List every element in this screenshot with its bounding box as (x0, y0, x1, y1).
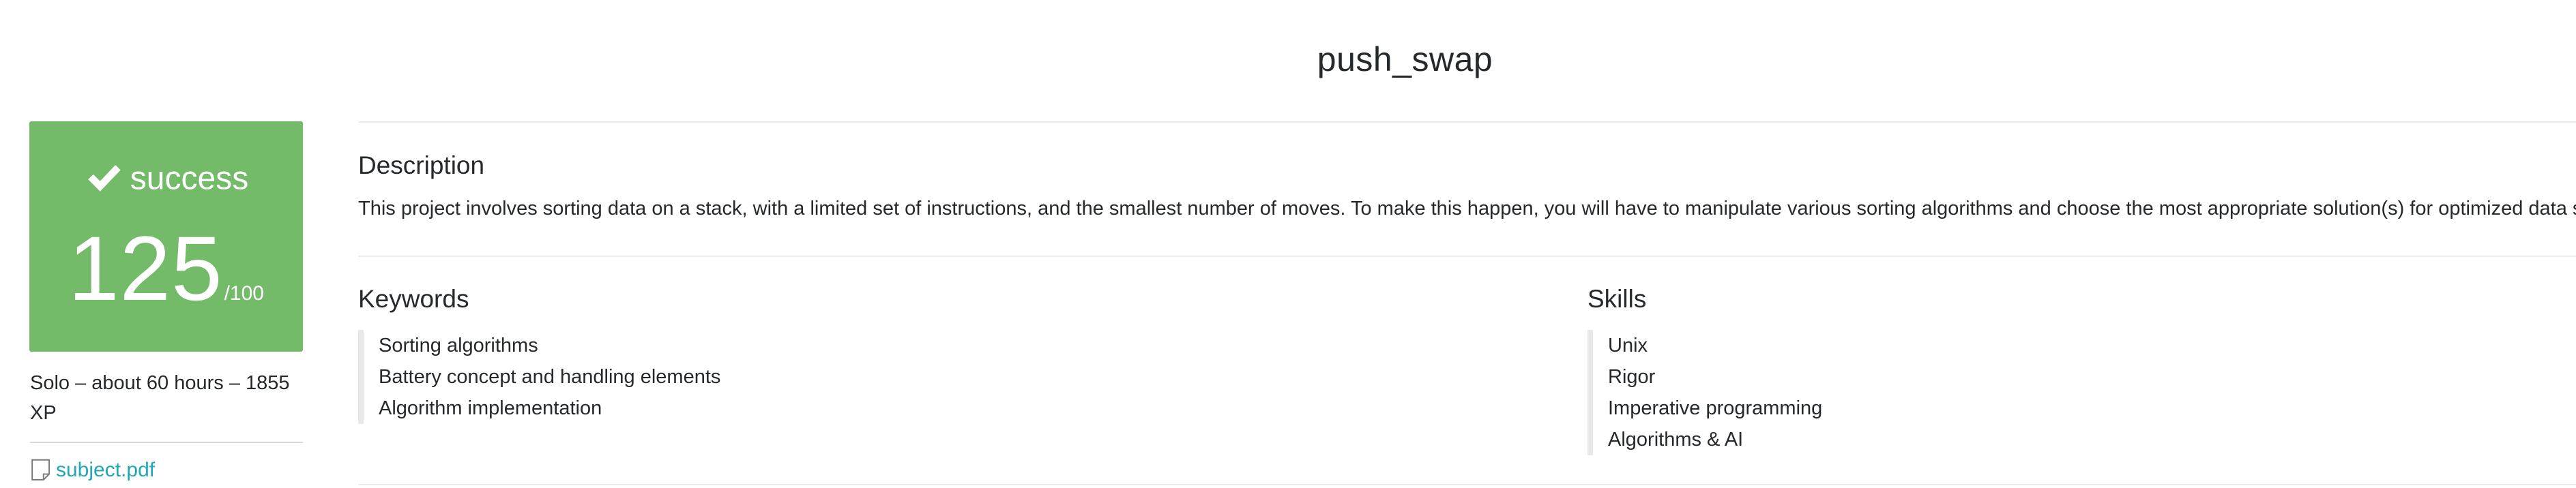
checkmark-icon (88, 165, 121, 192)
file-icon (31, 459, 50, 481)
keyword-item: Battery concept and handling elements (379, 366, 721, 388)
project-meta: Solo – about 60 hours – 1855 XP (30, 372, 290, 424)
left-divider (30, 442, 303, 443)
description-text: This project involves sorting data on a … (358, 198, 2576, 219)
page-title: push_swap (1317, 40, 1493, 78)
description-heading: Description (358, 151, 485, 179)
score-row: 125/100 (29, 224, 303, 315)
subject-pdf-link[interactable]: subject.pdf (56, 459, 155, 482)
divider-bottom (358, 484, 2576, 485)
skill-item: Rigor (1608, 366, 1656, 388)
skill-item: Algorithms & AI (1608, 429, 1744, 451)
skill-item: Imperative programming (1608, 397, 1823, 419)
skill-item: Unix (1608, 335, 1648, 356)
score-card: success 125/100 (29, 121, 303, 352)
attachment[interactable]: subject.pdf (30, 457, 155, 484)
status-label: success (130, 160, 249, 197)
keyword-item: Sorting algorithms (379, 335, 538, 356)
skills-list: Unix Rigor Imperative programming Algori… (1587, 330, 1822, 455)
skills-heading: Skills (1587, 285, 1647, 313)
score-value: 125 (68, 218, 223, 320)
status-row: success (29, 157, 303, 199)
keyword-item: Algorithm implementation (379, 397, 602, 419)
divider-top (358, 121, 2576, 123)
keywords-heading: Keywords (358, 285, 469, 313)
project-page: push_swap success 125/100 Solo – about 6… (0, 0, 2576, 488)
keywords-list: Sorting algorithms Battery concept and h… (358, 330, 720, 424)
divider-middle (358, 256, 2576, 257)
score-max: /100 (224, 282, 264, 305)
